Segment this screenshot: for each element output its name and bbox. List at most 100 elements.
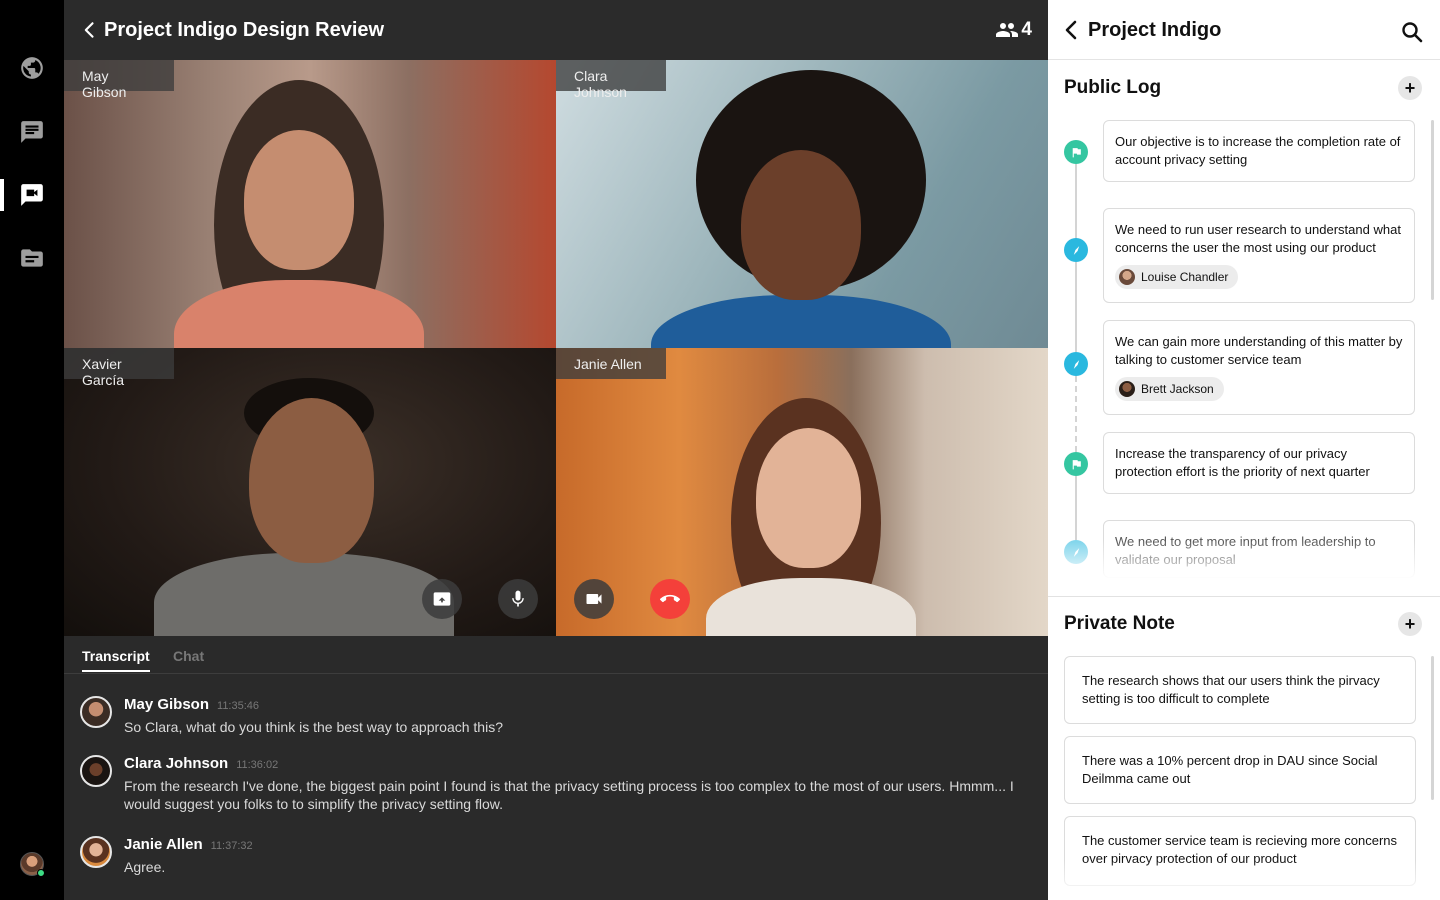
video-face [244, 130, 354, 270]
assignee-name: Brett Jackson [1141, 382, 1214, 396]
public-log-title: Public Log [1064, 77, 1162, 98]
message-time: 11:35:46 [217, 700, 260, 712]
timeline-connector [1075, 164, 1077, 249]
rail-messages-button[interactable] [0, 100, 64, 164]
video-shoulders [651, 295, 951, 348]
project-panel: Project Indigo Public Log + Our objectiv… [1048, 0, 1440, 900]
scroll-fade [1048, 540, 1440, 580]
compass-icon [1073, 359, 1079, 369]
timeline-pen-marker [1064, 352, 1088, 376]
app: Project Indigo Design Review 4 May Gibso… [0, 0, 1440, 900]
participant-name-tag: Janie Allen [556, 348, 666, 379]
microphone-button[interactable] [498, 579, 538, 619]
transcript-panel: Transcript Chat May Gibson 11:35:46 So Cl… [64, 636, 1048, 900]
chevron-left-icon [84, 22, 94, 38]
panel-header: Project Indigo [1048, 0, 1440, 60]
log-entry-card[interactable]: Increase the transparency of our privacy… [1103, 432, 1415, 494]
timeline-flag-marker [1064, 452, 1088, 476]
message-time: 11:36:02 [236, 759, 279, 771]
message-text: So Clara, what do you think is the best … [124, 719, 503, 735]
timeline-flag-marker [1064, 140, 1088, 164]
rail-documents-button[interactable] [0, 226, 64, 290]
video-tile-janie-allen[interactable]: Janie Allen [556, 348, 1048, 636]
video-shoulders [706, 578, 916, 636]
participant-count: 4 [1021, 19, 1032, 40]
add-note-button[interactable]: + [1398, 612, 1422, 636]
add-log-button[interactable]: + [1398, 76, 1422, 100]
user-avatar[interactable] [20, 852, 45, 877]
tab-transcript[interactable]: Transcript [82, 648, 150, 672]
share-screen-button[interactable] [422, 579, 462, 619]
flag-icon [1072, 459, 1081, 469]
log-entry-card[interactable]: We can gain more understanding of this m… [1103, 320, 1415, 415]
camera-button[interactable] [574, 579, 614, 619]
timeline-connector [1075, 476, 1077, 540]
message-text: From the research I've done, the biggest… [124, 778, 1014, 812]
scroll-fade [1048, 860, 1440, 900]
private-note-card[interactable]: There was a 10% percent drop in DAU sinc… [1064, 736, 1416, 804]
rail-globe-button[interactable] [0, 36, 64, 100]
private-note-card[interactable]: The research shows that our users think … [1064, 656, 1416, 724]
message-text: Agree. [124, 859, 166, 875]
private-note-title: Private Note [1064, 613, 1175, 634]
globe-icon [21, 57, 43, 79]
participants-button[interactable]: 4 [995, 18, 1032, 42]
participant-name-tag: May Gibson [64, 60, 174, 100]
transcript-tabs: Transcript Chat [64, 636, 1048, 674]
assignee-chip[interactable]: Louise Chandler [1115, 265, 1239, 289]
public-log-scrollbar[interactable] [1431, 120, 1434, 300]
video-face [741, 150, 861, 300]
search-icon[interactable] [1400, 20, 1424, 44]
message-author: May Gibson 11:35:46 [124, 696, 260, 713]
timeline-pen-marker [1064, 238, 1088, 262]
microphone-icon [512, 590, 524, 607]
camera-icon [586, 594, 602, 604]
video-chat-icon [21, 184, 43, 206]
log-entry-text: We need to run user research to understa… [1115, 222, 1401, 255]
message-author: Clara Johnson 11:36:02 [124, 755, 279, 772]
timeline-connector [1075, 262, 1077, 352]
video-tile-xavier-garcia[interactable]: Xavier García [64, 348, 556, 636]
avatar [80, 836, 112, 868]
participant-name-tag: Clara Johnson [556, 60, 666, 100]
video-shoulders [174, 280, 424, 348]
log-entry-card[interactable]: Our objective is to increase the complet… [1103, 120, 1415, 182]
people-icon [996, 23, 1019, 37]
compass-icon [1073, 245, 1079, 255]
video-shoulders [154, 553, 454, 636]
avatar [1119, 269, 1135, 285]
section-divider [1048, 596, 1440, 597]
log-entry-text: Increase the transparency of our privacy… [1115, 446, 1370, 479]
chevron-left-icon[interactable] [1060, 18, 1084, 42]
left-nav-rail [0, 0, 64, 900]
share-screen-icon [433, 592, 451, 606]
assignee-name: Louise Chandler [1141, 270, 1229, 284]
back-button[interactable] [76, 16, 104, 44]
end-call-icon [660, 594, 680, 603]
video-tile-clara-johnson[interactable]: Clara Johnson [556, 60, 1048, 348]
private-note-scrollbar[interactable] [1431, 656, 1434, 800]
video-tile-may-gibson[interactable]: May Gibson [64, 60, 556, 348]
end-call-button[interactable] [650, 579, 690, 619]
participant-name-tag: Xavier García [64, 348, 174, 388]
video-face [756, 428, 861, 568]
call-header: Project Indigo Design Review 4 [64, 0, 1048, 60]
panel-title: Project Indigo [1088, 19, 1222, 41]
message-author: Janie Allen 11:37:32 [124, 836, 253, 853]
note-text: The research shows that our users think … [1082, 673, 1380, 706]
message-time: 11:37:32 [210, 840, 253, 852]
avatar [1119, 381, 1135, 397]
flag-icon [1072, 147, 1081, 157]
avatar [80, 696, 112, 728]
folder-icon [21, 249, 43, 267]
message-icon [21, 121, 43, 143]
log-entry-text: We can gain more understanding of this m… [1115, 334, 1403, 367]
log-entry-text: Our objective is to increase the complet… [1115, 134, 1401, 167]
assignee-chip[interactable]: Brett Jackson [1115, 377, 1224, 401]
call-title: Project Indigo Design Review [104, 18, 385, 41]
tab-chat[interactable]: Chat [173, 648, 204, 664]
rail-video-chat-button[interactable] [0, 163, 64, 227]
log-entry-card[interactable]: We need to run user research to understa… [1103, 208, 1415, 303]
online-status-dot [37, 869, 45, 877]
video-face [249, 398, 374, 563]
